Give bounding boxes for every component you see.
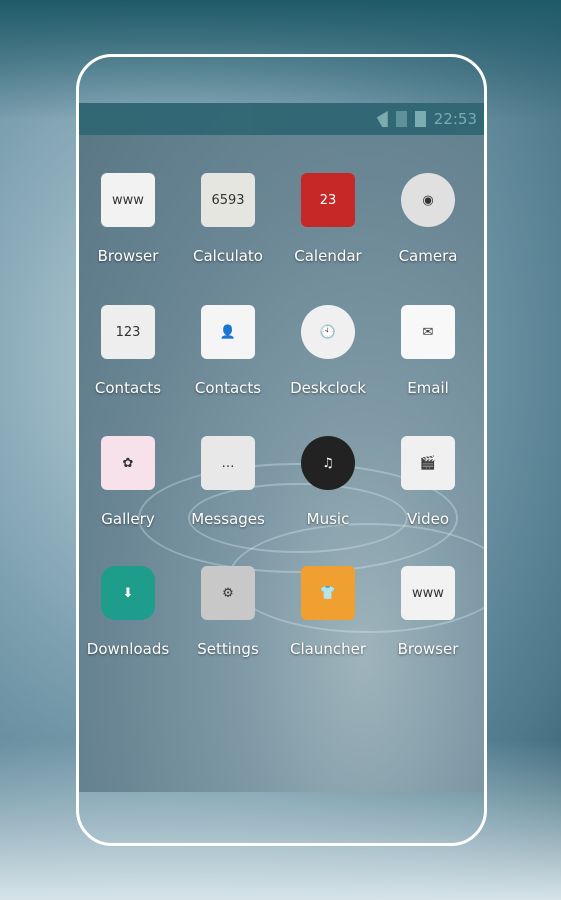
phone-frame	[76, 54, 487, 846]
